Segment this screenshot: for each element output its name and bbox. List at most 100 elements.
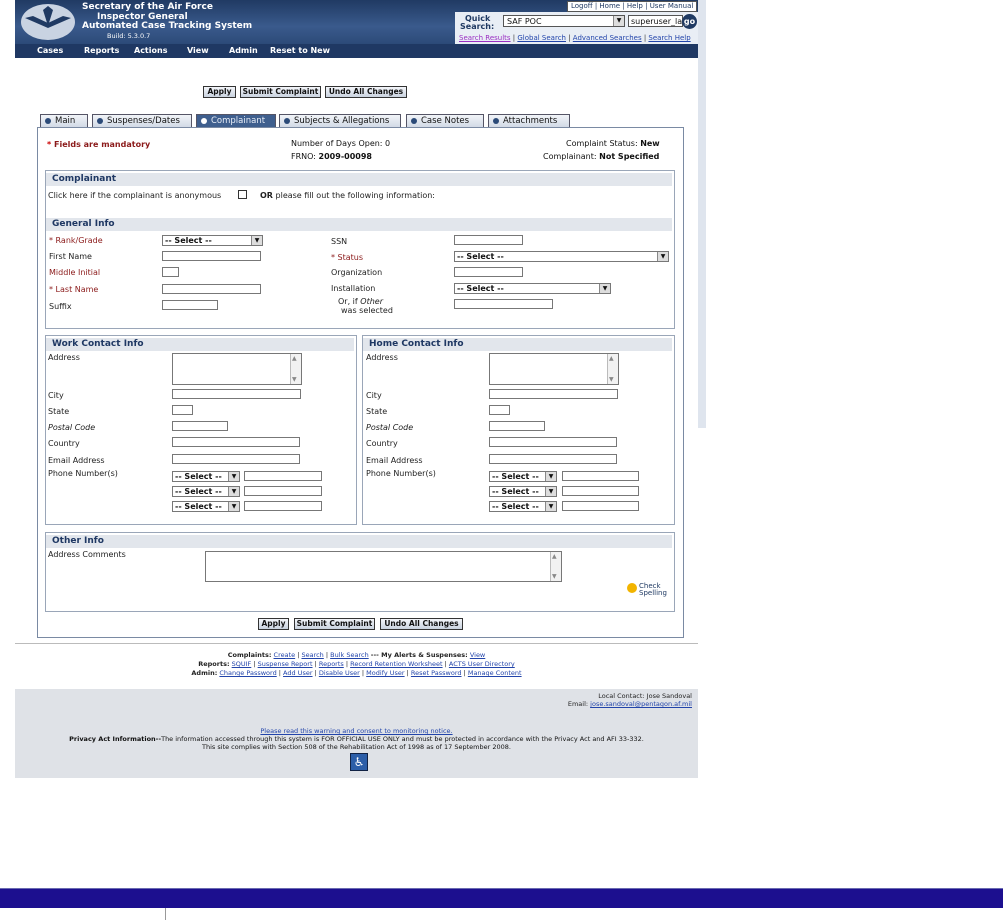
footer-complaints-row: Complaints: Create | Search | Bulk Searc… [227, 651, 486, 659]
home-state-input[interactable] [489, 405, 510, 415]
quick-search-label: Quick Search: [460, 14, 495, 31]
user-manual-link[interactable]: User Manual [650, 2, 694, 10]
scrollbar[interactable] [550, 552, 561, 581]
global-search-link[interactable]: Global Search [517, 34, 566, 42]
contact-email-link[interactable]: jose.sandoval@pentagon.af.mil [590, 700, 692, 708]
work-phone-type-select-2[interactable]: -- Select -- ▼ [172, 486, 240, 497]
record-retention-link[interactable]: Record Retention Worksheet [350, 660, 442, 668]
work-phone-input-2[interactable] [244, 486, 322, 496]
reset-password-link[interactable]: Reset Password [411, 669, 462, 677]
tab-main[interactable]: Main [40, 114, 88, 127]
installation-label: Installation [331, 284, 376, 293]
home-postal-input[interactable] [489, 421, 545, 431]
work-phone-input-1[interactable] [244, 471, 322, 481]
home-email-input[interactable] [489, 454, 617, 464]
work-city-input[interactable] [172, 389, 301, 399]
suspense-report-link[interactable]: Suspense Report [258, 660, 313, 668]
create-link[interactable]: Create [274, 651, 296, 659]
work-phone-type-select-1[interactable]: -- Select -- ▼ [172, 471, 240, 482]
home-phone-type-select-1[interactable]: -- Select -- ▼ [489, 471, 557, 482]
work-phone-input-3[interactable] [244, 501, 322, 511]
tab-attachments[interactable]: Attachments [488, 114, 570, 127]
home-address-label: Address [366, 353, 398, 362]
alerts-view-link[interactable]: View [470, 651, 485, 659]
home-phone-type-select-3[interactable]: -- Select -- ▼ [489, 501, 557, 512]
rank-grade-select[interactable]: -- Select -- ▼ [162, 235, 263, 246]
scrollbar[interactable] [607, 354, 618, 384]
tab-subjects-allegations[interactable]: Subjects & Allegations [279, 114, 401, 127]
work-country-input[interactable] [172, 437, 300, 447]
menu-reports[interactable]: Reports [84, 46, 119, 55]
work-postal-input[interactable] [172, 421, 228, 431]
installation-select[interactable]: -- Select -- ▼ [454, 283, 611, 294]
work-state-input[interactable] [172, 405, 193, 415]
submit-complaint-button-top[interactable]: Submit Complaint [240, 86, 321, 98]
chevron-down-icon: ▼ [545, 487, 556, 496]
modify-user-link[interactable]: Modify User [366, 669, 404, 677]
spell-check-icon [627, 583, 637, 593]
work-email-input[interactable] [172, 454, 300, 464]
squif-link[interactable]: SQUIF [232, 660, 252, 668]
work-postal-label: Postal Code [48, 423, 96, 432]
search-link[interactable]: Search [301, 651, 323, 659]
disable-user-link[interactable]: Disable User [319, 669, 360, 677]
home-phone-input-3[interactable] [562, 501, 639, 511]
menu-cases[interactable]: Cases [37, 46, 63, 55]
help-link[interactable]: Help [627, 2, 643, 10]
add-user-link[interactable]: Add User [283, 669, 312, 677]
warning-link[interactable]: Please read this warning and consent to … [260, 727, 452, 735]
work-contact-heading: Work Contact Info [46, 338, 354, 351]
home-city-input[interactable] [489, 389, 618, 399]
footer-reports-row: Reports: SQUIF | Suspense Report | Repor… [198, 660, 515, 668]
tab-complainant[interactable]: Complainant [196, 114, 276, 127]
user-directory-link[interactable]: ACTS User Directory [449, 660, 515, 668]
reports-link[interactable]: Reports [319, 660, 344, 668]
home-phone-input-2[interactable] [562, 486, 639, 496]
ssn-input[interactable] [454, 235, 523, 245]
home-phone-type-select-2[interactable]: -- Select -- ▼ [489, 486, 557, 497]
logoff-link[interactable]: Logoff [571, 2, 593, 10]
home-address-textarea[interactable] [489, 353, 619, 385]
scrollbar[interactable] [290, 354, 301, 384]
middle-initial-input[interactable] [162, 267, 179, 277]
quick-search-input[interactable]: superuser_la [628, 15, 683, 27]
search-results-link[interactable]: Search Results [459, 34, 511, 42]
last-name-input[interactable] [162, 284, 261, 294]
installation-other-input[interactable] [454, 299, 553, 309]
submit-complaint-button-bottom[interactable]: Submit Complaint [294, 618, 375, 630]
work-phone-type-select-3[interactable]: -- Select -- ▼ [172, 501, 240, 512]
tab-bullet-icon [201, 118, 207, 124]
anonymous-checkbox[interactable] [238, 190, 247, 199]
undo-all-changes-button-top[interactable]: Undo All Changes [325, 86, 407, 98]
anonymous-label: Click here if the complainant is anonymo… [48, 191, 222, 200]
first-name-input[interactable] [162, 251, 261, 261]
accessibility-icon[interactable]: ♿ [350, 753, 368, 771]
installation-other-label: Or, if Other was selected [338, 297, 393, 315]
status-select[interactable]: -- Select -- ▼ [454, 251, 669, 262]
search-help-link[interactable]: Search Help [648, 34, 690, 42]
apply-button-bottom[interactable]: Apply [258, 618, 289, 630]
organization-input[interactable] [454, 267, 523, 277]
go-button[interactable]: go [682, 14, 697, 29]
menu-view[interactable]: View [187, 46, 209, 55]
quick-search: Quick Search: SAF POC ▼ superuser_la go … [455, 12, 698, 44]
quick-search-select[interactable]: SAF POC ▼ [503, 15, 625, 27]
bulk-search-link[interactable]: Bulk Search [330, 651, 369, 659]
address-comments-textarea[interactable] [205, 551, 562, 582]
home-country-input[interactable] [489, 437, 617, 447]
home-link[interactable]: Home [599, 2, 620, 10]
home-phone-input-1[interactable] [562, 471, 639, 481]
tab-suspenses-dates[interactable]: Suspenses/Dates [92, 114, 192, 127]
tab-case-notes[interactable]: Case Notes [406, 114, 484, 127]
suffix-input[interactable] [162, 300, 218, 310]
undo-all-changes-button-bottom[interactable]: Undo All Changes [380, 618, 463, 630]
change-password-link[interactable]: Change Password [219, 669, 276, 677]
advanced-searches-link[interactable]: Advanced Searches [573, 34, 642, 42]
menu-actions[interactable]: Actions [134, 46, 167, 55]
menu-admin[interactable]: Admin [229, 46, 258, 55]
suffix-label: Suffix [49, 302, 72, 311]
menu-reset-to-new[interactable]: Reset to New [270, 46, 330, 55]
apply-button-top[interactable]: Apply [203, 86, 236, 98]
manage-content-link[interactable]: Manage Content [468, 669, 522, 677]
work-address-textarea[interactable] [172, 353, 302, 385]
